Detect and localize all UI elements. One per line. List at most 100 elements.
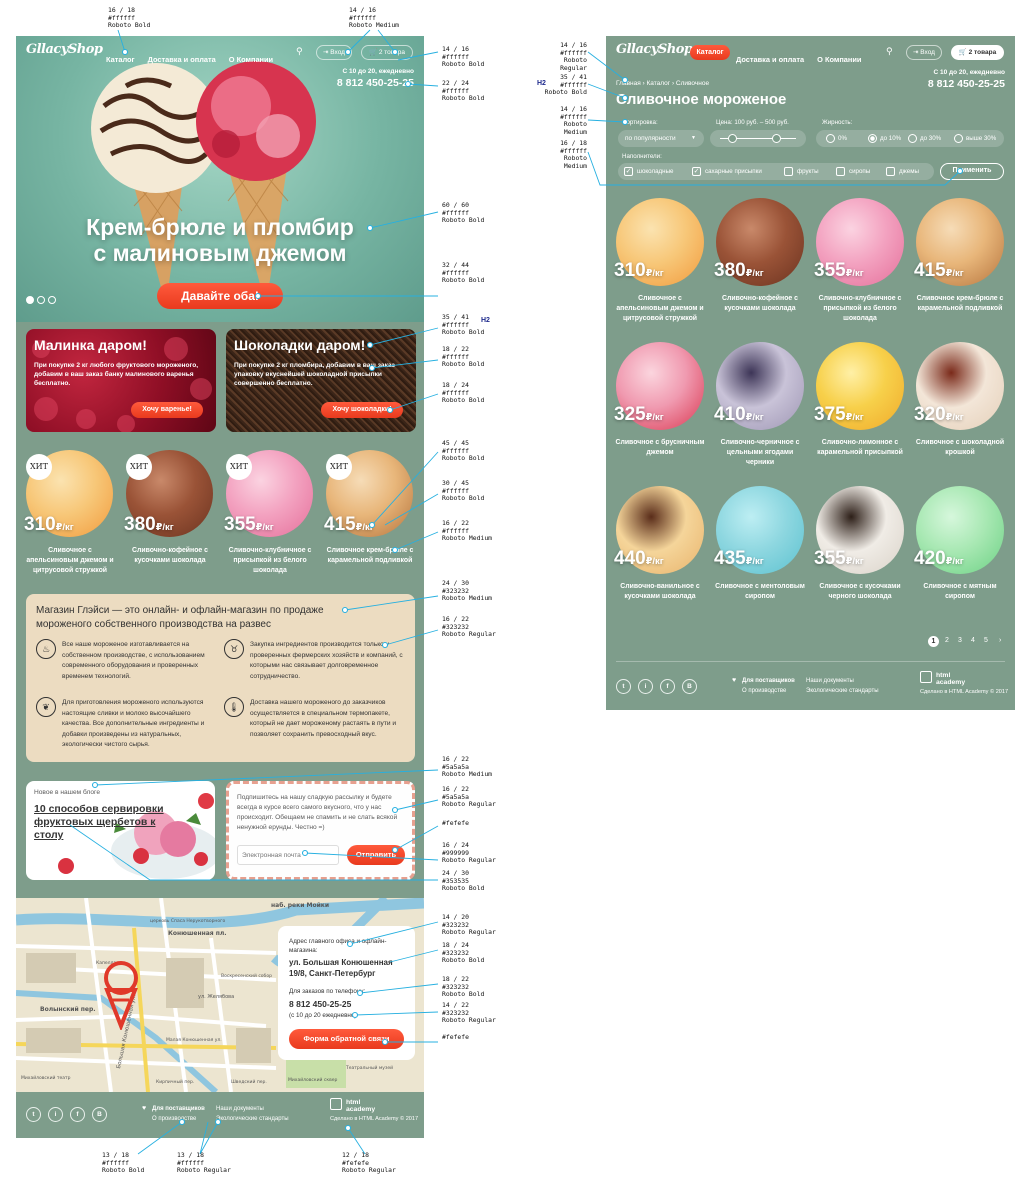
fat-radio-label[interactable]: выше 30% <box>966 135 996 142</box>
ice-cream-pin-icon[interactable] <box>101 960 141 1030</box>
product-name[interactable]: Сливочное с мятным сиропом <box>913 582 1007 602</box>
slider-dot-1[interactable] <box>26 296 34 304</box>
filler-checkbox[interactable] <box>836 167 845 176</box>
price-slider[interactable] <box>710 130 806 147</box>
documents-link[interactable]: Наши документы <box>216 1106 264 1112</box>
page-button[interactable]: 3 <box>958 637 962 644</box>
promo-jam-button[interactable]: Хочу варенье! <box>131 402 203 418</box>
nav-company[interactable]: О Компании <box>229 55 273 64</box>
logo[interactable]: GllacyShop <box>616 42 693 57</box>
feedback-form-button[interactable]: Форма обратной связи <box>289 1029 404 1049</box>
production-link[interactable]: О производстве <box>152 1116 196 1122</box>
nav-catalog[interactable]: Каталог <box>106 55 135 64</box>
page-button[interactable]: 4 <box>971 637 975 644</box>
filler-label[interactable]: сахарные присыпки <box>705 168 762 175</box>
promo-chocolate-button[interactable]: Хочу шоколадки! <box>321 402 403 418</box>
email-input[interactable] <box>237 845 339 865</box>
filler-checkbox[interactable]: ✓ <box>692 167 701 176</box>
product-name[interactable]: Сливочно-ванильное с кусочками шоколада <box>613 582 707 602</box>
instagram-icon[interactable]: i <box>638 679 653 694</box>
nav-delivery[interactable]: Доставка и оплата <box>148 55 216 64</box>
product-name[interactable]: Сливочное с апельсиновым джемом и цитрус… <box>23 546 117 576</box>
logo[interactable]: GllacyShop <box>26 42 103 57</box>
product-name[interactable]: Сливочное с ментоловым сиропом <box>713 582 807 602</box>
slider-dot-2[interactable] <box>37 296 45 304</box>
twitter-icon[interactable]: t <box>616 679 631 694</box>
nav-company[interactable]: О Компании <box>817 55 861 64</box>
next-page-button[interactable]: › <box>999 637 1001 644</box>
product-name[interactable]: Сливочно-кофейное с кусочками шоколада <box>713 294 807 314</box>
filler-label[interactable]: сиропы <box>849 168 870 175</box>
facebook-icon[interactable]: f <box>660 679 675 694</box>
filler-label[interactable]: джемы <box>899 168 919 175</box>
fat-radio[interactable] <box>954 134 963 143</box>
product-name[interactable]: Сливочное с брусничным джемом <box>613 438 707 458</box>
fat-radio[interactable] <box>826 134 835 143</box>
academy-logo-icon[interactable] <box>330 1098 342 1110</box>
annotation: 30 / 45 #ffffff Roboto Bold <box>442 479 485 503</box>
instagram-icon[interactable]: i <box>48 1107 63 1122</box>
sort-value: по популярности <box>625 135 676 142</box>
product-name[interactable]: Сливочное с кусочками черного шоколада <box>813 582 907 602</box>
nav-delivery[interactable]: Доставка и оплата <box>736 55 804 64</box>
hero-title-line1: Крем-брюле и пломбир <box>86 214 354 240</box>
fat-radio[interactable] <box>908 134 917 143</box>
product-name[interactable]: Сливочно-лимонное с карамельной присыпко… <box>813 438 907 458</box>
fat-radio-label[interactable]: до 30% <box>920 135 941 142</box>
annotation: 18 / 24 #323232 Roboto Bold <box>442 941 485 965</box>
page-button[interactable]: 5 <box>984 637 988 644</box>
cart-button[interactable]: 🛒 2 товара <box>951 45 1004 60</box>
product-name[interactable]: Сливочное с апельсиновым джемом и цитрус… <box>613 294 707 324</box>
price-handle-max[interactable] <box>772 134 781 143</box>
about-section: Магазин Глэйси — это онлайн- и офлайн-ма… <box>26 594 415 762</box>
breadcrumb[interactable]: Главная › Каталог › Сливочное <box>616 80 709 87</box>
sort-select[interactable]: по популярности ▼ <box>618 130 704 147</box>
product-name[interactable]: Сливочное крем-брюле с карамельной подли… <box>323 546 417 566</box>
apply-button[interactable]: Применить <box>940 163 1004 180</box>
product-name[interactable]: Сливочно-клубничное с присыпкой из белог… <box>223 546 317 576</box>
filler-checkbox[interactable] <box>784 167 793 176</box>
cart-button[interactable]: 🛒 2 товара <box>361 45 413 60</box>
search-icon[interactable]: ⚲ <box>296 46 310 60</box>
facebook-icon[interactable]: f <box>70 1107 85 1122</box>
slider-dot-3[interactable] <box>48 296 56 304</box>
subscribe-button[interactable]: Отправить <box>347 845 405 865</box>
documents-link[interactable]: Наши документы <box>806 678 854 684</box>
product-name[interactable]: Сливочное с шоколадной крошкой <box>913 438 1007 458</box>
twitter-icon[interactable]: t <box>26 1107 41 1122</box>
academy-logo-icon[interactable] <box>920 671 932 683</box>
price-unit: ₽/кг <box>255 522 274 533</box>
filler-checkbox[interactable]: ✓ <box>624 167 633 176</box>
price-handle-min[interactable] <box>728 134 737 143</box>
page-button[interactable]: 2 <box>945 637 949 644</box>
fat-radio-label[interactable]: 0% <box>838 135 847 142</box>
search-icon[interactable]: ⚲ <box>886 46 893 57</box>
product-name[interactable]: Сливочно-черничное с цельными ягодами че… <box>713 438 807 468</box>
suppliers-link[interactable]: Для поставщиков <box>152 1106 205 1112</box>
login-button[interactable]: ⇥ Вход <box>906 45 942 60</box>
fat-label: Жирность: <box>822 119 853 126</box>
filler-checkbox[interactable] <box>886 167 895 176</box>
filler-label[interactable]: шоколадные <box>637 168 673 175</box>
product-name[interactable]: Сливочное крем-брюле с карамельной подли… <box>913 294 1007 314</box>
login-button[interactable]: ⇥ Вход <box>316 45 352 60</box>
suppliers-link[interactable]: Для поставщиков <box>742 678 795 684</box>
login-label: Вход <box>330 49 345 56</box>
product-name[interactable]: Сливочно-клубничное с присыпкой из белог… <box>813 294 907 324</box>
map-label: Малая Конюшенная ул. <box>166 1038 222 1043</box>
vk-icon[interactable]: В <box>682 679 697 694</box>
product-name[interactable]: Сливочно-кофейное с кусочками шоколада <box>123 546 217 566</box>
eco-link[interactable]: Экологические стандарты <box>216 1116 289 1122</box>
blog-title-link[interactable]: 10 способов сервировки фруктовых щербето… <box>34 803 174 842</box>
hero-cta-button[interactable]: Давайте оба! <box>157 283 283 309</box>
nav-catalog-active[interactable]: Каталог <box>690 45 730 60</box>
vk-icon[interactable]: В <box>92 1107 107 1122</box>
production-link[interactable]: О производстве <box>742 688 786 694</box>
fat-radio[interactable] <box>868 134 877 143</box>
fat-radio-label[interactable]: до 10% <box>880 135 901 142</box>
page-button[interactable]: 1 <box>928 636 939 647</box>
eco-link[interactable]: Экологические стандарты <box>806 688 879 694</box>
heart-icon: ♥ <box>732 677 737 684</box>
filler-label[interactable]: фрукты <box>797 168 819 175</box>
blog-card[interactable]: Новое в нашем блоге 10 способов сервиров… <box>26 781 215 880</box>
